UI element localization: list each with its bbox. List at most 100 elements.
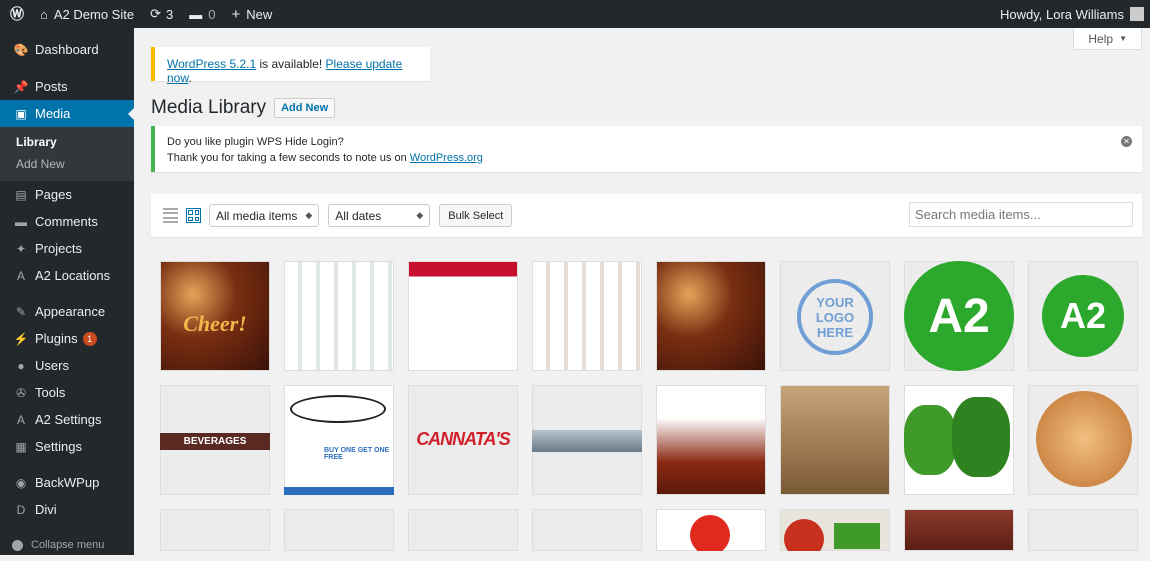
sidebar-item-a2-settings[interactable]: A A2 Settings	[0, 406, 134, 433]
sidebar-item-label: Users	[35, 358, 69, 373]
help-tab-button[interactable]: Help ▼	[1073, 28, 1142, 50]
bulk-select-button[interactable]: Bulk Select	[439, 204, 513, 227]
sidebar-item-label: Pages	[35, 187, 72, 202]
attachment-thumbnail[interactable]	[656, 261, 766, 371]
page-icon: ▤	[15, 187, 27, 202]
sidebar-item-projects[interactable]: ✦ Projects	[0, 235, 134, 262]
sidebar-item-users[interactable]: ● Users	[0, 352, 134, 379]
attachment-thumbnail[interactable]	[408, 261, 518, 371]
media-icon: ▣	[15, 106, 27, 121]
date-value: All dates	[335, 208, 382, 223]
list-view-icon[interactable]	[163, 208, 178, 223]
sidebar-item-divi[interactable]: D Divi	[0, 496, 134, 523]
attachment-thumbnail[interactable]: BUY ONE GET ONE FREE	[284, 385, 394, 495]
sidebar-item-plugins[interactable]: ⚡ Plugins 1	[0, 325, 134, 352]
sidebar-item-appearance[interactable]: ✎ Appearance	[0, 298, 134, 325]
new-content-menu[interactable]: + New	[223, 0, 280, 28]
comments-count: 0	[208, 6, 216, 22]
page-title: Media Library	[151, 97, 267, 118]
attachment-thumbnail[interactable]	[532, 385, 642, 495]
search-input[interactable]: Search media items...	[909, 202, 1133, 227]
attachment-thumbnail[interactable]	[284, 509, 394, 551]
attachment-thumbnail[interactable]	[656, 385, 766, 495]
backup-icon: ◉	[15, 475, 27, 490]
sidebar-item-label: Appearance	[35, 304, 106, 319]
updates-count: 3	[165, 6, 174, 22]
sidebar-item-label: Posts	[35, 79, 68, 94]
dashboard-icon: 🎨	[13, 42, 29, 57]
attachment-thumbnail[interactable]	[656, 509, 766, 551]
add-new-button[interactable]: Add New	[274, 98, 336, 118]
attachment-thumbnail[interactable]	[1028, 509, 1138, 551]
a2-icon: A	[16, 268, 25, 283]
sidebar-item-label: A2 Locations	[35, 268, 111, 283]
a2-icon: A	[16, 412, 25, 427]
select-arrows-icon: ◆	[305, 210, 313, 220]
dismiss-icon[interactable]: ✕	[1121, 136, 1132, 147]
plugin-notice-line1: Do you like plugin WPS Hide Login?	[167, 136, 344, 148]
attachment-thumbnail[interactable]	[1028, 385, 1138, 495]
attachment-thumbnail[interactable]	[532, 261, 642, 371]
wordpress-logo-icon[interactable]: Ⓦ	[0, 0, 32, 28]
tile-caption: BEVERAGES	[160, 433, 270, 450]
attachment-thumbnail[interactable]	[284, 261, 394, 371]
sidebar-item-label: Tools	[35, 385, 66, 400]
pin-icon: 📌	[13, 79, 29, 94]
wrench-icon: ✇	[15, 385, 27, 400]
sidebar-item-label: Divi	[35, 502, 57, 517]
sidebar-item-posts[interactable]: 📌 Posts	[0, 73, 134, 100]
sidebar-item-tools[interactable]: ✇ Tools	[0, 379, 134, 406]
site-name: A2 Demo Site	[53, 6, 135, 22]
sidebar-item-settings[interactable]: ▦ Settings	[0, 433, 134, 460]
attachment-thumbnail[interactable]	[780, 385, 890, 495]
attachment-thumbnail[interactable]	[408, 509, 518, 551]
sidebar-item-label: Projects	[35, 241, 82, 256]
date-select[interactable]: All dates ◆	[328, 204, 431, 227]
sidebar-item-media[interactable]: ▣ Media	[0, 100, 134, 127]
updates-menu[interactable]: ⟳ 3	[142, 0, 181, 28]
tile-caption: Cheer!	[183, 311, 247, 336]
media-toolbar: All media items ◆ All dates ◆ Bulk Selec…	[151, 194, 1142, 237]
media-type-select[interactable]: All media items ◆	[209, 204, 320, 227]
wordpress-version-link[interactable]: WordPress 5.2.1	[167, 57, 256, 71]
attachment-thumbnail[interactable]: YOUR LOGO HERE	[780, 261, 890, 371]
greeting: Howdy, Lora Williams	[999, 6, 1124, 22]
sidebar-item-label: Dashboard	[35, 42, 99, 57]
new-label: New	[246, 6, 273, 22]
plus-icon: +	[231, 5, 241, 23]
sidebar-item-pages[interactable]: ▤ Pages	[0, 181, 134, 208]
attachment-thumbnail[interactable]	[160, 509, 270, 551]
grid-view-icon[interactable]	[186, 208, 201, 223]
attachment-thumbnail[interactable]	[904, 509, 1014, 551]
sidebar-item-label: Plugins	[35, 331, 78, 346]
tile-caption: A2	[1042, 275, 1124, 357]
attachment-thumbnail[interactable]	[532, 509, 642, 551]
attachment-thumbnail[interactable]	[780, 509, 890, 551]
collapse-menu-button[interactable]: Collapse menu	[12, 539, 104, 551]
attachment-thumbnail[interactable]	[904, 385, 1014, 495]
attachment-thumbnail[interactable]: CANNATA'S	[408, 385, 518, 495]
comments-menu[interactable]: ▬ 0	[181, 0, 223, 28]
sidebar-item-label: A2 Settings	[35, 412, 102, 427]
submenu-add-new[interactable]: Add New	[0, 153, 134, 175]
title-row: Media Library Add New	[151, 97, 336, 119]
sidebar-item-dashboard[interactable]: 🎨 Dashboard	[0, 36, 134, 63]
wordpress-org-link[interactable]: WordPress.org	[410, 152, 483, 164]
attachment-thumbnail[interactable]: A2	[904, 261, 1014, 371]
sidebar-item-backwpup[interactable]: ◉ BackWPup	[0, 469, 134, 496]
account-menu[interactable]: Howdy, Lora Williams	[1000, 7, 1150, 22]
chevron-down-icon: ▼	[1119, 34, 1127, 43]
plugin-notice: Do you like plugin WPS Hide Login? Thank…	[151, 126, 1142, 172]
attachment-thumbnail[interactable]: Cheer!	[160, 261, 270, 371]
submenu-library[interactable]: Library	[0, 131, 134, 153]
avatar	[1130, 7, 1144, 21]
sidebar-item-a2-locations[interactable]: A A2 Locations	[0, 262, 134, 289]
site-name-menu[interactable]: ⌂ A2 Demo Site	[32, 0, 142, 28]
pin-icon: ✦	[15, 241, 27, 256]
sidebar-item-comments[interactable]: ▬ Comments	[0, 208, 134, 235]
brush-icon: ✎	[15, 304, 27, 319]
attachment-thumbnail[interactable]: BEVERAGES	[160, 385, 270, 495]
attachment-thumbnail[interactable]: A2	[1028, 261, 1138, 371]
main-content: Help ▼ WordPress 5.2.1 is available! Ple…	[134, 28, 1150, 555]
plugin-notice-line2: Thank you for taking a few seconds to no…	[167, 150, 1130, 166]
